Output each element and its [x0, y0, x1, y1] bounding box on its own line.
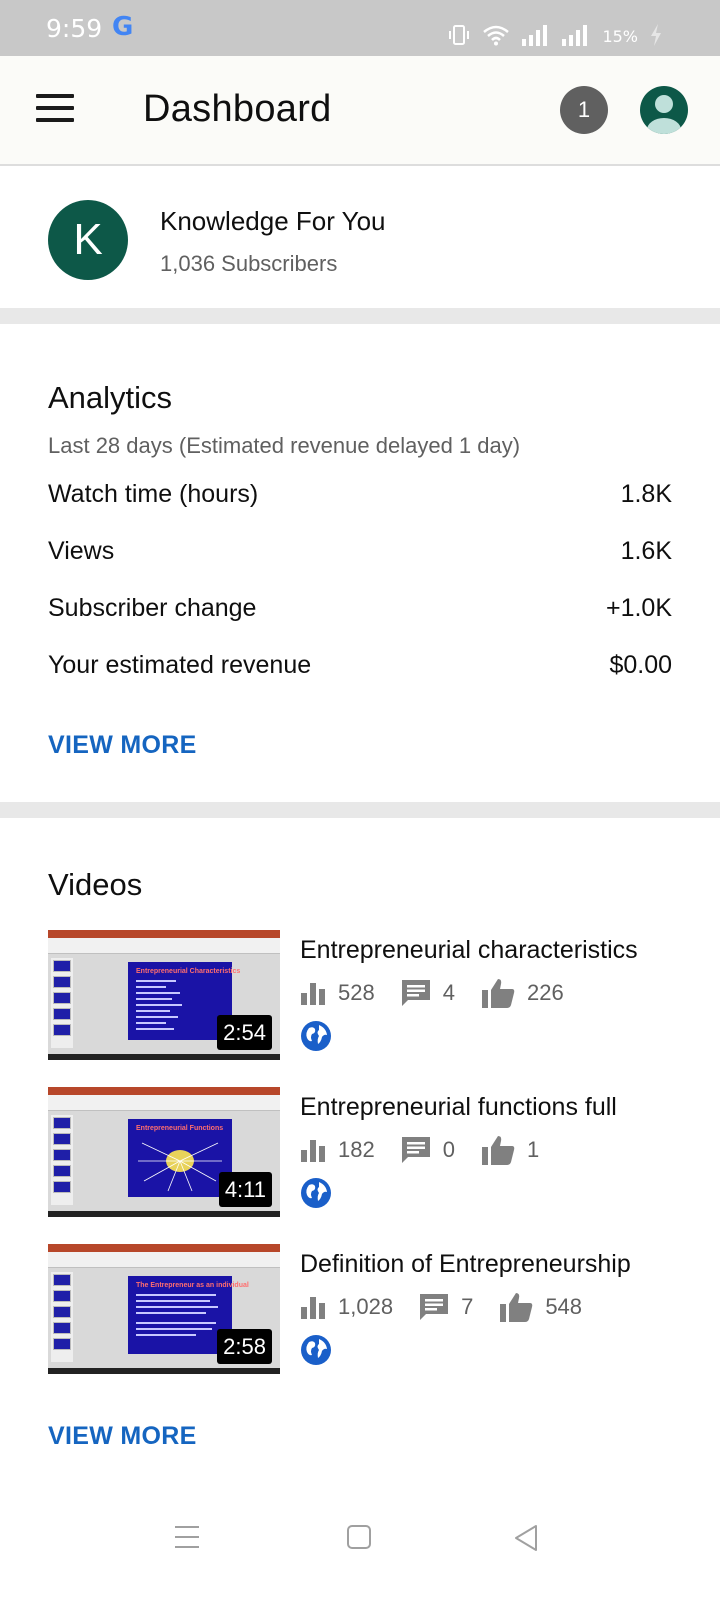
- metric-revenue: Your estimated revenue $0.00: [48, 651, 672, 691]
- comment-icon: [401, 1137, 430, 1163]
- slide-heading: The Entrepreneur as an individual: [136, 1282, 249, 1289]
- page-title: Dashboard: [143, 88, 332, 130]
- person-icon: [647, 95, 681, 134]
- video-duration: 2:54: [217, 1015, 272, 1050]
- like-count: 1: [526, 1137, 540, 1162]
- status-bar: 9:59 G 15%: [0, 0, 720, 56]
- video-duration: 2:58: [217, 1329, 272, 1364]
- app-bar: Dashboard 1: [0, 56, 720, 166]
- video-stats: 182 0 1: [300, 1135, 539, 1165]
- bar-chart-icon: [301, 1297, 325, 1319]
- video-item[interactable]: Entrepreneurial Functions 4:11 Entrepren…: [48, 1087, 672, 1217]
- video-title: Definition of Entrepreneurship: [300, 1250, 631, 1278]
- notification-badge[interactable]: 1: [560, 86, 608, 134]
- analytics-title: Analytics: [48, 380, 173, 415]
- home-icon[interactable]: [345, 1524, 373, 1550]
- comment-count: 0: [442, 1137, 455, 1162]
- comment-icon: [401, 980, 430, 1006]
- metric-value: 1.6K: [620, 537, 672, 565]
- bar-chart-icon: [301, 1140, 325, 1162]
- like-count: 226: [526, 980, 564, 1005]
- metric-label: Your estimated revenue: [48, 651, 312, 679]
- channel-name: Knowledge For You: [160, 206, 386, 236]
- thumbs-up-icon: [481, 1136, 515, 1165]
- video-title: Entrepreneurial characteristics: [300, 936, 638, 964]
- back-icon[interactable]: [512, 1524, 540, 1552]
- charging-icon: [651, 24, 661, 46]
- metric-value: +1.0K: [605, 594, 672, 622]
- signal-icon: [522, 25, 548, 46]
- video-stats: 1,028 7 548: [300, 1292, 582, 1322]
- subscriber-count: 1,036 Subscribers: [160, 251, 338, 276]
- google-icon: G: [112, 12, 134, 42]
- video-thumbnail[interactable]: Entrepreneurial Functions 4:11: [48, 1087, 280, 1217]
- status-icons: 15%: [448, 20, 662, 46]
- video-thumbnail[interactable]: Entrepreneurial Characteristics 2:54: [48, 930, 280, 1060]
- video-duration: 4:11: [218, 1172, 272, 1207]
- videos-title: Videos: [48, 867, 143, 902]
- system-nav-bar: [0, 1490, 720, 1600]
- slide-heading: Entrepreneurial Characteristics: [136, 968, 241, 975]
- videos-view-more-button[interactable]: VIEW MORE: [48, 1422, 197, 1451]
- vibrate-icon: [449, 25, 470, 45]
- menu-icon[interactable]: [36, 94, 76, 124]
- metric-views: Views 1.6K: [48, 537, 672, 577]
- channel-row[interactable]: K Knowledge For You 1,036 Subscribers: [0, 168, 720, 312]
- metric-label: Watch time (hours): [48, 480, 259, 508]
- metric-value: 1.8K: [620, 480, 672, 508]
- signal-icon-2: [562, 25, 588, 46]
- metric-watch-time: Watch time (hours) 1.8K: [48, 480, 672, 520]
- channel-avatar[interactable]: K: [48, 200, 128, 280]
- wifi-icon: [483, 25, 510, 46]
- section-divider: [0, 802, 720, 818]
- video-title: Entrepreneurial functions full: [300, 1093, 617, 1121]
- comment-count: 4: [442, 980, 455, 1005]
- metric-label: Views: [48, 537, 115, 565]
- public-globe-icon: [301, 1178, 331, 1208]
- account-avatar[interactable]: [640, 86, 688, 134]
- thumbs-up-icon: [481, 979, 515, 1008]
- status-time: 9:59: [46, 14, 103, 43]
- analytics-view-more-button[interactable]: VIEW MORE: [48, 731, 197, 760]
- battery-percent: 15%: [602, 27, 638, 46]
- view-count: 528: [338, 980, 375, 1005]
- metric-value: $0.00: [609, 651, 672, 679]
- video-thumbnail[interactable]: The Entrepreneur as an individual 2:58: [48, 1244, 280, 1374]
- sun-diagram-icon: [138, 1142, 222, 1192]
- video-item[interactable]: The Entrepreneur as an individual 2:58 D…: [48, 1244, 672, 1374]
- public-globe-icon: [301, 1021, 331, 1051]
- analytics-period: Last 28 days (Estimated revenue delayed …: [48, 433, 521, 458]
- recents-menu-icon[interactable]: [173, 1524, 201, 1550]
- like-count: 548: [545, 1294, 583, 1319]
- comment-icon: [420, 1294, 449, 1320]
- public-globe-icon: [301, 1335, 331, 1365]
- metric-subscriber-change: Subscriber change +1.0K: [48, 594, 672, 634]
- video-stats: 528 4 226: [300, 978, 564, 1008]
- video-item[interactable]: Entrepreneurial Characteristics 2:54 Ent…: [48, 930, 672, 1060]
- view-count: 182: [338, 1137, 375, 1162]
- comment-count: 7: [461, 1294, 474, 1319]
- thumbs-up-icon: [500, 1293, 533, 1322]
- section-divider: [0, 308, 720, 324]
- metric-label: Subscriber change: [48, 594, 257, 622]
- view-count: 1,028: [338, 1294, 394, 1319]
- bar-chart-icon: [301, 983, 325, 1005]
